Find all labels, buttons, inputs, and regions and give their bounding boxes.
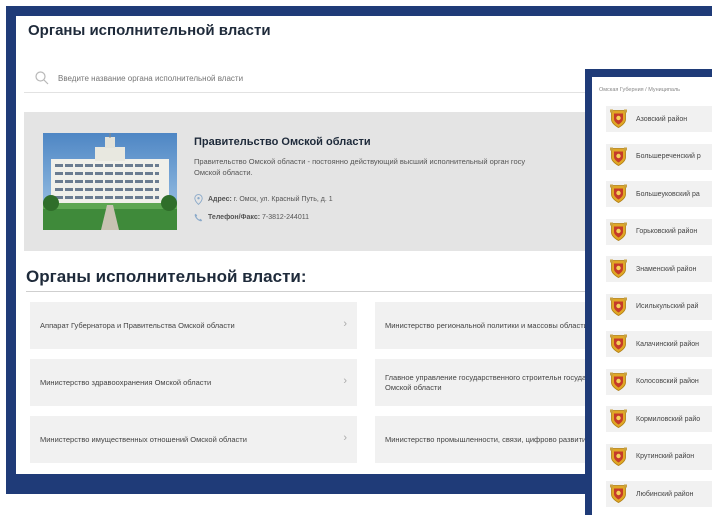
municipal-districts-page: Омская Губерния / Муниципаль Азовский ра… [592,77,712,515]
section-title: Органы исполнительной власти: [26,267,307,286]
government-address: Адрес: г. Омск, ул. Красный Путь, д. 1 [194,194,333,205]
phone-label: Телефон/Факс: [208,214,261,221]
coat-of-arms-icon [609,372,628,392]
district-label[interactable]: Большеуковский ра [636,181,700,207]
address-value: г. Омск, ул. Красный Путь, д. 1 [233,196,333,203]
phone-value: 7-3812-244011 [262,214,309,221]
location-pin-icon [194,194,203,205]
government-description: Правительство Омской области - постоянно… [194,156,614,178]
body-tile-label[interactable]: Министерство имущественных отношений Омс… [40,416,335,463]
municipal-districts-window: Омская Губерния / Муниципаль Азовский ра… [585,69,712,515]
body-tile-label[interactable]: Министерство здравоохранения Омской обла… [40,359,335,406]
district-item[interactable]: Горьковский район [606,218,712,245]
district-item[interactable]: Азовский район [606,106,712,132]
coat-of-arms-icon [609,334,628,354]
coat-of-arms-icon [609,484,628,504]
district-label[interactable]: Колосовский район [636,369,699,395]
district-item[interactable]: Большереченский р [606,143,712,170]
district-label[interactable]: Горьковский район [636,219,697,245]
district-item[interactable]: Знаменский район [606,256,712,282]
district-item[interactable]: Кормиловский райо [606,406,712,432]
search-input[interactable] [58,68,598,88]
district-label[interactable]: Крутинский район [636,444,694,470]
district-label[interactable]: Азовский район [636,106,687,132]
government-phone: Телефон/Факс: 7-3812-244011 [194,213,309,222]
chevron-right-icon[interactable]: › [343,318,347,330]
government-description-line1: Правительство Омской области - постоянно… [194,157,526,166]
body-tile-label[interactable]: Аппарат Губернатора и Правительства Омск… [40,302,335,349]
body-tile[interactable]: Министерство имущественных отношений Омс… [30,416,357,463]
district-label[interactable]: Кормиловский райо [636,406,700,432]
coat-of-arms-icon [609,297,628,317]
breadcrumb[interactable]: Омская Губерния / Муниципаль [599,87,680,93]
chevron-right-icon[interactable]: › [343,375,347,387]
government-description-line2: Омской области. [194,168,253,177]
district-item[interactable]: Крутинский район [606,443,712,470]
district-item[interactable]: Колосовский район [606,368,712,395]
coat-of-arms-icon [609,259,628,279]
coat-of-arms-icon [609,222,628,242]
page-title: Органы исполнительной власти [28,22,271,39]
district-item[interactable]: Любинский район [606,481,712,507]
district-item[interactable]: Калачинский район [606,331,712,357]
coat-of-arms-icon [609,409,628,429]
address-label: Адрес: [208,196,232,203]
body-tile[interactable]: Аппарат Губернатора и Правительства Омск… [30,302,357,349]
district-item[interactable]: Большеуковский ра [606,181,712,207]
district-label[interactable]: Калачинский район [636,331,699,357]
district-label[interactable]: Любинский район [636,481,693,507]
district-label[interactable]: Большереченский р [636,144,701,170]
district-label[interactable]: Исилькульский рай [636,294,698,320]
coat-of-arms-icon [609,147,628,167]
government-building-photo [43,133,177,230]
district-item[interactable]: Исилькульский рай [606,293,712,320]
chevron-right-icon[interactable]: › [343,432,347,444]
coat-of-arms-icon [609,109,628,129]
body-tile[interactable]: Министерство здравоохранения Омской обла… [30,359,357,406]
phone-icon [194,213,203,222]
coat-of-arms-icon [609,184,628,204]
search-icon[interactable] [34,70,50,86]
government-name[interactable]: Правительство Омской области [194,136,371,148]
coat-of-arms-icon [609,447,628,467]
district-label[interactable]: Знаменский район [636,256,696,282]
